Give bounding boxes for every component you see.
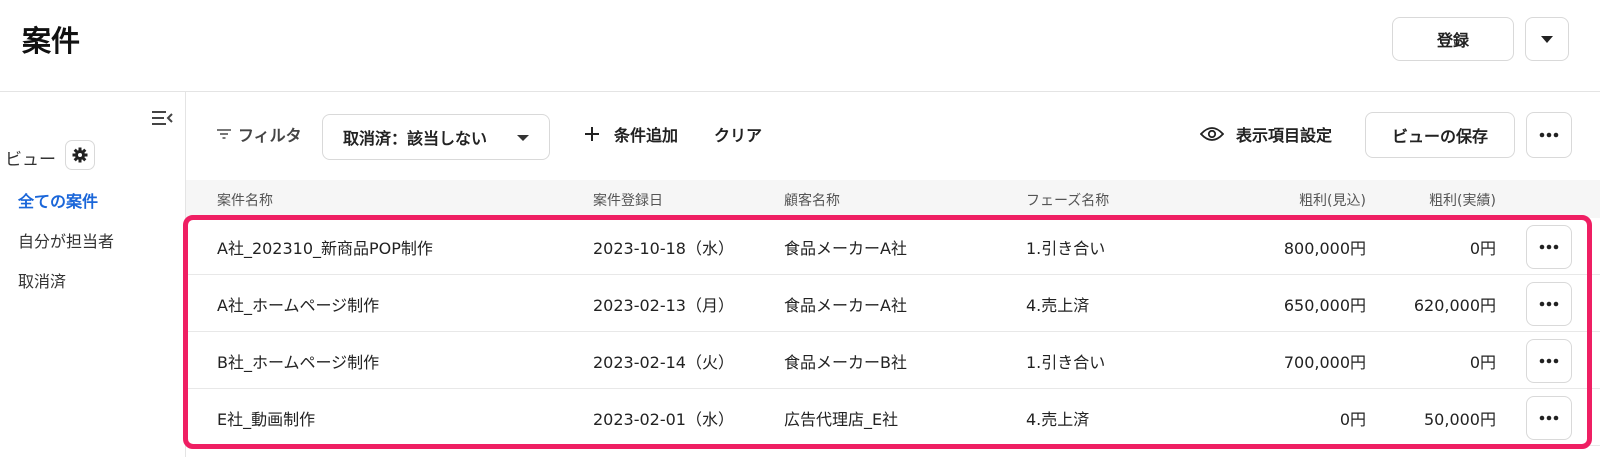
sidebar-item-my-deals[interactable]: 自分が担当者 <box>18 228 114 252</box>
filter-label: フィルタ <box>238 126 302 145</box>
register-button[interactable]: 登録 <box>1392 17 1514 61</box>
more-options-button[interactable] <box>1526 112 1572 158</box>
cell-registered-date: 2023-02-14（火） <box>593 353 734 372</box>
row-more-button[interactable] <box>1526 339 1572 383</box>
cell-gross-profit-actual: 0円 <box>1469 353 1496 372</box>
eye-icon <box>1200 127 1224 141</box>
column-header-gross-profit-estimate[interactable]: 粗利(見込) <box>1226 190 1366 210</box>
page-title: 案件 <box>22 24 81 58</box>
view-label: ビュー <box>5 150 56 170</box>
gear-icon <box>72 147 88 163</box>
sidebar-item-all-deals[interactable]: 全ての案件 <box>18 188 98 212</box>
cell-customer-name: 広告代理店_E社 <box>784 410 899 429</box>
more-horizontal-icon <box>1539 132 1559 138</box>
cell-phase-name: 4.売上済 <box>1026 410 1090 429</box>
row-more-button[interactable] <box>1526 282 1572 326</box>
cell-registered-date: 2023-10-18（水） <box>593 239 734 258</box>
cell-deal-name[interactable]: E社_動画制作 <box>217 406 315 430</box>
cell-gross-profit-estimate: 0円 <box>1339 410 1366 429</box>
collapse-sidebar-icon[interactable] <box>150 108 174 128</box>
sidebar-item-cancelled[interactable]: 取消済 <box>18 268 66 292</box>
clear-filter-button[interactable]: クリア <box>714 122 762 146</box>
table-header: 案件名称 案件登録日 顧客名称 フェーズ名称 粗利(見込) 粗利(実績) <box>186 180 1600 218</box>
cell-gross-profit-actual: 620,000円 <box>1413 296 1496 315</box>
cell-gross-profit-actual: 0円 <box>1469 239 1496 258</box>
plus-icon <box>585 127 599 141</box>
more-horizontal-icon <box>1539 244 1559 250</box>
column-header-phase-name[interactable]: フェーズ名称 <box>1026 190 1109 210</box>
column-header-gross-profit-actual[interactable]: 粗利(実績) <box>1356 190 1496 210</box>
filter-bar: フィルタ 取消済：該当しない 条件追加 クリア 表示項目設定 ビューの保存 <box>186 92 1600 180</box>
filter-icon <box>217 129 231 139</box>
table-row[interactable]: E社_動画制作 2023-02-01（水） 広告代理店_E社 4.売上済 0円 … <box>186 389 1600 446</box>
filter-chip-cancelled[interactable]: 取消済：該当しない <box>322 114 550 160</box>
cell-deal-name[interactable]: B社_ホームページ制作 <box>217 349 379 373</box>
add-condition-button[interactable]: 条件追加 <box>584 122 678 146</box>
column-settings-label: 表示項目設定 <box>1236 126 1333 145</box>
cell-phase-name: 1.引き合い <box>1026 239 1106 258</box>
chevron-down-icon <box>1541 35 1553 43</box>
cell-phase-name: 4.売上済 <box>1026 296 1090 315</box>
view-settings-button[interactable] <box>65 140 95 170</box>
column-header-customer-name[interactable]: 顧客名称 <box>784 190 840 210</box>
cell-gross-profit-actual: 50,000円 <box>1424 410 1496 429</box>
column-header-registered-date[interactable]: 案件登録日 <box>593 190 663 210</box>
table-row[interactable]: B社_ホームページ制作 2023-02-14（火） 食品メーカーB社 1.引き合… <box>186 332 1600 389</box>
row-more-button[interactable] <box>1526 396 1572 440</box>
more-horizontal-icon <box>1539 301 1559 307</box>
filter-chip-label: 取消済：該当しない <box>343 129 488 148</box>
cell-customer-name: 食品メーカーA社 <box>784 296 907 315</box>
filter-button[interactable]: フィルタ <box>216 122 302 146</box>
cell-deal-name[interactable]: A社_202310_新商品POP制作 <box>217 235 433 259</box>
table-row[interactable]: A社_ホームページ制作 2023-02-13（月） 食品メーカーA社 4.売上済… <box>186 275 1600 332</box>
cell-gross-profit-estimate: 800,000円 <box>1283 239 1366 258</box>
top-header: 案件 登録 <box>0 0 1600 92</box>
cell-registered-date: 2023-02-01（水） <box>593 410 734 429</box>
cell-customer-name: 食品メーカーB社 <box>784 353 907 372</box>
chevron-down-icon <box>517 135 529 141</box>
table-row[interactable]: A社_202310_新商品POP制作 2023-10-18（水） 食品メーカーA… <box>186 218 1600 275</box>
cell-registered-date: 2023-02-13（月） <box>593 296 734 315</box>
more-horizontal-icon <box>1539 415 1559 421</box>
cell-gross-profit-estimate: 700,000円 <box>1283 353 1366 372</box>
sidebar: ビュー 全ての案件 自分が担当者 取消済 <box>0 92 186 457</box>
row-more-button[interactable] <box>1526 225 1572 269</box>
cell-deal-name[interactable]: A社_ホームページ制作 <box>217 292 379 316</box>
column-header-deal-name[interactable]: 案件名称 <box>217 190 273 210</box>
column-settings-button[interactable]: 表示項目設定 <box>1200 122 1332 146</box>
cell-customer-name: 食品メーカーA社 <box>784 239 907 258</box>
add-condition-label: 条件追加 <box>614 126 679 145</box>
cell-gross-profit-estimate: 650,000円 <box>1283 296 1366 315</box>
register-dropdown-button[interactable] <box>1525 17 1569 61</box>
cell-phase-name: 1.引き合い <box>1026 353 1106 372</box>
save-view-button[interactable]: ビューの保存 <box>1365 112 1515 158</box>
more-horizontal-icon <box>1539 358 1559 364</box>
